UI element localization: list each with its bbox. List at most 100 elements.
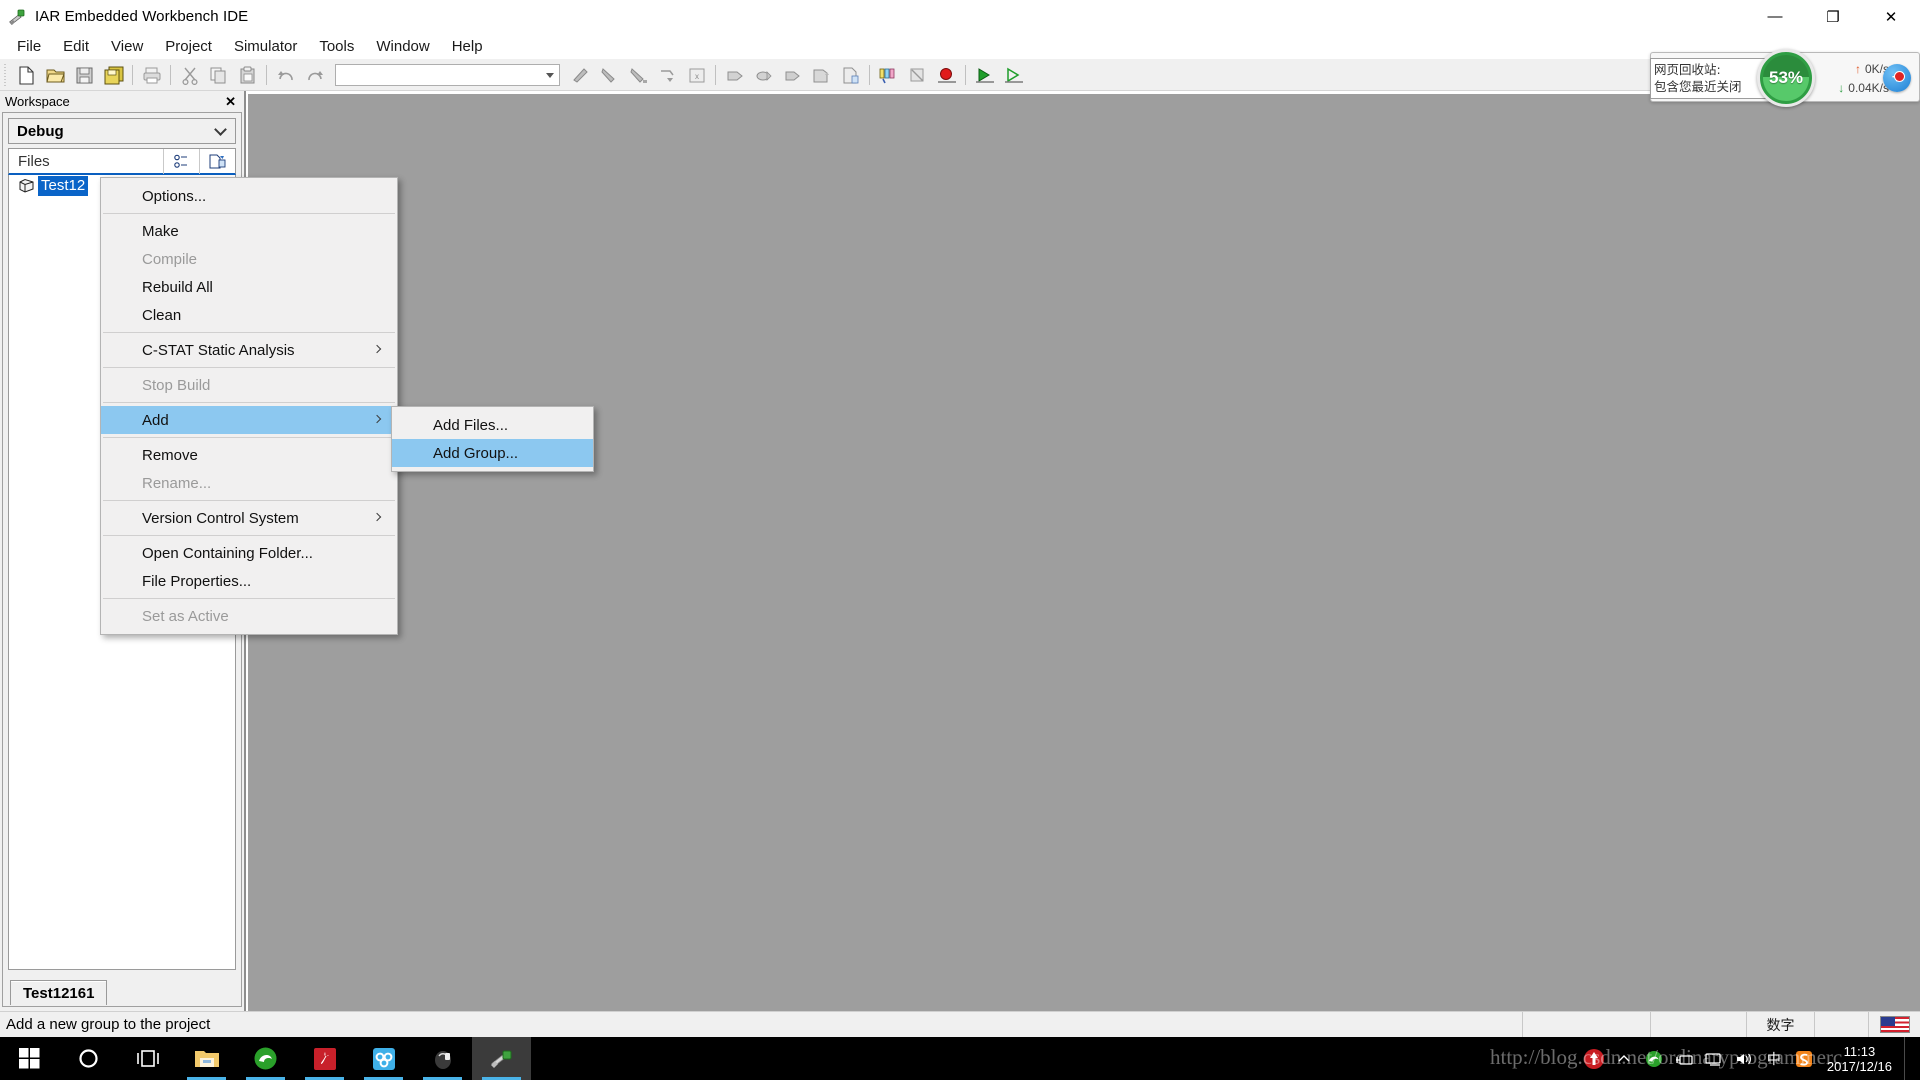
project-context-menu[interactable]: Options... Make Compile Rebuild All Clean C-S… [100, 177, 398, 635]
submenu-item-add-group[interactable]: Add Group... [392, 439, 593, 467]
navigate-backward-icon[interactable] [720, 62, 749, 89]
paste-icon[interactable] [233, 62, 262, 89]
menu-simulator[interactable]: Simulator [223, 35, 308, 59]
window-titlebar: IAR Embedded Workbench IDE — ❐ ✕ [0, 0, 1920, 34]
chevron-down-icon[interactable] [546, 73, 554, 78]
menu-window[interactable]: Window [365, 35, 440, 59]
tooltip-line-2: 包含您最近关闭 [1654, 79, 1742, 94]
files-header-label: Files [18, 152, 50, 170]
context-menu-item-label: Make [142, 222, 179, 240]
new-document-icon[interactable] [12, 62, 41, 89]
find-icon[interactable] [566, 62, 595, 89]
context-menu-item-open-containing-folder[interactable]: Open Containing Folder... [101, 539, 397, 567]
context-menu-item-clean[interactable]: Clean [101, 301, 397, 329]
context-menu-item-file-properties[interactable]: File Properties... [101, 567, 397, 595]
iar-workbench-button[interactable] [472, 1037, 531, 1080]
toolbar-separator [132, 65, 133, 85]
menu-file[interactable]: File [6, 35, 52, 59]
context-menu-item-make[interactable]: Make [101, 217, 397, 245]
add-tool-button[interactable]: + [1883, 64, 1911, 92]
menu-view[interactable]: View [100, 35, 154, 59]
context-menu-item-label: Clean [142, 306, 182, 324]
taskbar-clock[interactable]: 11:13 2017/12/16 [1819, 1044, 1904, 1074]
download-and-debug-icon[interactable] [970, 62, 999, 89]
iar-app-icon [7, 7, 27, 27]
task-view-button[interactable] [118, 1037, 177, 1080]
media-app-button[interactable] [413, 1037, 472, 1080]
adobe-reader-button[interactable] [295, 1037, 354, 1080]
baidu-netdisk-button[interactable] [354, 1037, 413, 1080]
redo-icon[interactable] [300, 62, 329, 89]
file-explorer-button[interactable] [177, 1037, 236, 1080]
edge-tray-icon[interactable] [1639, 1037, 1669, 1080]
editor-area[interactable] [248, 91, 1920, 1011]
context-menu-item-label: File Properties... [142, 572, 252, 590]
close-icon[interactable]: ✕ [225, 94, 236, 110]
arrow-up-icon: ↑ [1854, 61, 1861, 76]
network-icon[interactable] [1699, 1037, 1729, 1080]
undo-icon[interactable] [271, 62, 300, 89]
make-icon[interactable] [836, 62, 865, 89]
context-menu-item-remove[interactable]: Remove [101, 441, 397, 469]
menu-separator [103, 332, 395, 333]
sogou-input-icon[interactable] [1789, 1037, 1819, 1080]
search-combo[interactable] [335, 64, 560, 86]
context-menu-item-options[interactable]: Options... [101, 182, 397, 210]
menu-tools[interactable]: Tools [308, 35, 365, 59]
desktop-root: IAR Embedded Workbench IDE — ❐ ✕ File Edi… [0, 0, 1920, 1080]
menu-project[interactable]: Project [154, 35, 223, 59]
context-menu-item-label: C-STAT Static Analysis [142, 341, 295, 359]
gauge-percent-label: 53% [1768, 68, 1804, 87]
chevron-down-icon[interactable] [214, 123, 227, 136]
copy-icon[interactable] [204, 62, 233, 89]
toolbar-grip[interactable] [2, 64, 9, 86]
build-all-icon[interactable] [874, 62, 903, 89]
find-previous-icon[interactable] [624, 62, 653, 89]
step-icon[interactable] [778, 62, 807, 89]
context-menu-item-label: Options... [142, 187, 207, 205]
clock-date: 2017/12/16 [1826, 1058, 1892, 1074]
volume-icon[interactable] [1729, 1037, 1759, 1080]
configuration-dropdown[interactable]: Debug [8, 118, 236, 144]
ime-mode-icon[interactable]: 中 [1759, 1037, 1789, 1080]
context-menu-item-version-control-system[interactable]: Version Control System [101, 504, 397, 532]
goto-icon[interactable] [653, 62, 682, 89]
menu-help[interactable]: Help [441, 35, 494, 59]
expand-collapse-icon[interactable] [163, 148, 199, 174]
show-desktop-button[interactable] [1904, 1037, 1914, 1080]
baidu-tray-icon[interactable] [1579, 1037, 1609, 1080]
save-icon[interactable] [70, 62, 99, 89]
submenu-item-add-files[interactable]: Add Files... [392, 411, 593, 439]
toggle-breakpoint-icon[interactable] [932, 62, 961, 89]
add-submenu[interactable]: Add Files... Add Group... [391, 406, 594, 472]
make-icon-small[interactable] [199, 148, 235, 174]
stop-build-icon[interactable] [903, 62, 932, 89]
show-hidden-icons[interactable] [1609, 1037, 1639, 1080]
edge-browser-button[interactable] [236, 1037, 295, 1080]
cortana-search-button[interactable] [59, 1037, 118, 1080]
network-speed-widget[interactable]: 网页回收站: 包含您最近关闭 53% ↑ 0K/s ↓ 0.04K/s + [1650, 49, 1920, 107]
save-all-icon[interactable] [99, 62, 128, 89]
usb-device-icon[interactable] [1669, 1037, 1699, 1080]
close-button[interactable]: ✕ [1862, 0, 1920, 34]
chevron-right-icon [372, 344, 382, 354]
start-button[interactable] [0, 1037, 59, 1080]
minimize-button[interactable]: — [1746, 0, 1804, 34]
cut-icon[interactable] [175, 62, 204, 89]
debug-without-download-icon[interactable] [999, 62, 1028, 89]
navigate-forward-icon[interactable] [749, 62, 778, 89]
memory-usage-gauge[interactable]: 53% [1757, 49, 1815, 107]
context-menu-item-c-stat-static-analysis[interactable]: C-STAT Static Analysis [101, 336, 397, 364]
find-next-icon[interactable] [595, 62, 624, 89]
menu-edit[interactable]: Edit [52, 35, 100, 59]
print-icon[interactable] [137, 62, 166, 89]
status-cell-2 [1650, 1011, 1746, 1038]
open-folder-icon[interactable] [41, 62, 70, 89]
context-menu-item-rebuild-all[interactable]: Rebuild All [101, 273, 397, 301]
workspace-tab[interactable]: Test12161 [10, 980, 108, 1005]
context-menu-item-add[interactable]: Add [101, 406, 397, 434]
restore-button[interactable]: ❐ [1804, 0, 1862, 34]
compile-icon[interactable] [807, 62, 836, 89]
menu-separator [103, 535, 395, 536]
toggle-bookmark-icon[interactable]: x [682, 62, 711, 89]
